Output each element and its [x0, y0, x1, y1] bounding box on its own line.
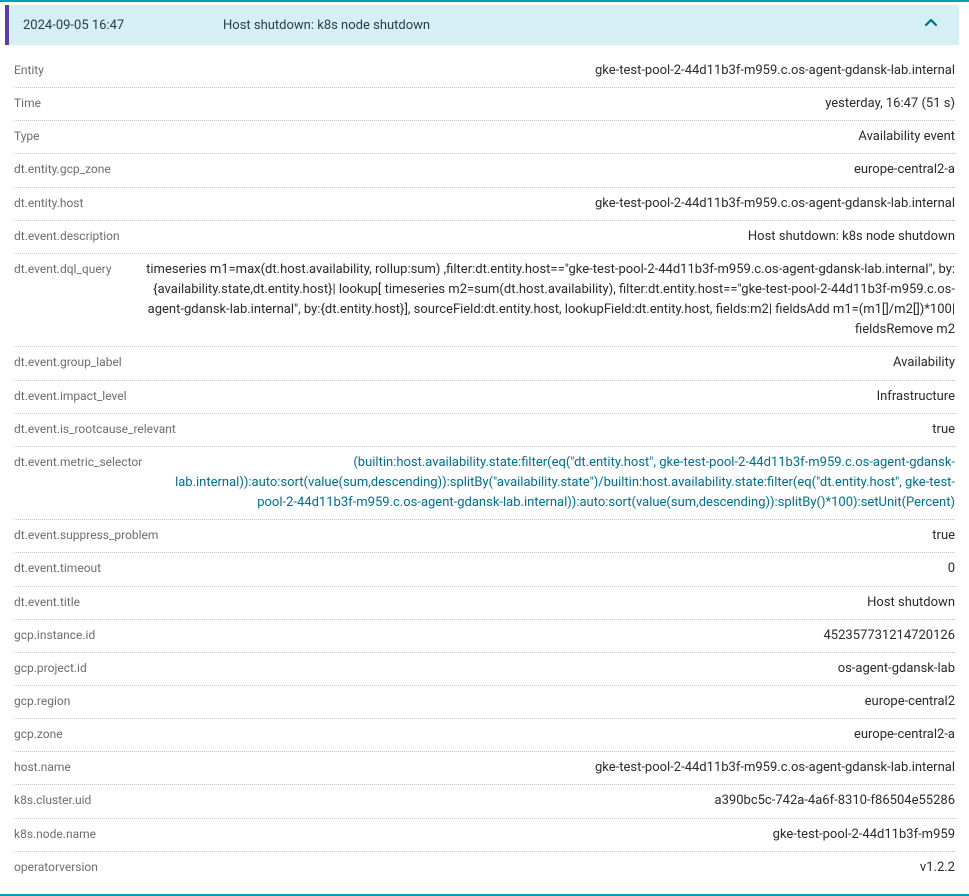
detail-value: gke-test-pool-2-44d11b3f-m959.c.os-agent…: [81, 758, 955, 778]
detail-label: dt.event.group_label: [14, 355, 122, 369]
detail-label: gcp.region: [14, 694, 70, 708]
detail-value: europe-central2-a: [121, 160, 955, 180]
detail-row: dt.event.suppress_problem true: [14, 520, 955, 553]
detail-label: gcp.instance.id: [14, 628, 95, 642]
detail-value-link[interactable]: (builtin:host.availability.state:filter(…: [152, 453, 955, 513]
detail-label: dt.entity.host: [14, 196, 83, 210]
detail-row: gcp.project.id os-agent-gdansk-lab: [14, 653, 955, 686]
detail-value: os-agent-gdansk-lab: [97, 659, 955, 679]
detail-row: host.name gke-test-pool-2-44d11b3f-m959.c…: [14, 752, 955, 785]
detail-row: dt.event.title Host shutdown: [14, 587, 955, 620]
detail-value: timeseries m1=max(dt.host.availability, …: [122, 260, 955, 341]
detail-value: gke-test-pool-2-44d11b3f-m959.c.os-agent…: [93, 194, 955, 214]
detail-row: dt.event.impact_level Infrastructure: [14, 381, 955, 414]
detail-label: gcp.project.id: [14, 661, 87, 675]
detail-row: dt.event.timeout 0: [14, 553, 955, 586]
detail-row: dt.entity.gcp_zone europe-central2-a: [14, 154, 955, 187]
detail-label: Time: [14, 96, 41, 110]
detail-row: Time yesterday, 16:47 (51 s): [14, 88, 955, 121]
detail-label: dt.event.suppress_problem: [14, 528, 158, 542]
detail-label: dt.event.title: [14, 595, 80, 609]
detail-label: dt.event.description: [14, 229, 120, 243]
detail-label: dt.event.impact_level: [14, 389, 127, 403]
detail-value: yesterday, 16:47 (51 s): [51, 94, 955, 114]
detail-label: operatorversion: [14, 860, 98, 874]
detail-label: k8s.node.name: [14, 827, 96, 841]
detail-value: gke-test-pool-2-44d11b3f-m959.c.os-agent…: [54, 61, 955, 81]
detail-row: k8s.node.name gke-test-pool-2-44d11b3f-m9…: [14, 819, 955, 852]
event-date: 2024-09-05 16:47: [23, 18, 223, 33]
detail-value: Availability: [132, 353, 955, 373]
detail-row: Entity gke-test-pool-2-44d11b3f-m959.c.os…: [14, 55, 955, 88]
detail-label: gcp.zone: [14, 727, 63, 741]
detail-row: Type Availability event: [14, 121, 955, 154]
detail-value: Availability event: [50, 127, 955, 147]
detail-row: dt.event.description Host shutdown: k8s n…: [14, 221, 955, 254]
detail-label: Entity: [14, 63, 44, 77]
detail-value: a390bc5c-742a-4a6f-8310-f86504e55286: [101, 791, 955, 811]
detail-row: dt.event.metric_selector (builtin:host.av…: [14, 447, 955, 520]
detail-label: dt.event.metric_selector: [14, 455, 142, 469]
event-title: Host shutdown: k8s node shutdown: [223, 18, 923, 33]
detail-row: dt.event.group_label Availability: [14, 347, 955, 380]
detail-value: true: [168, 526, 955, 546]
panel-header[interactable]: 2024-09-05 16:47 Host shutdown: k8s node…: [5, 5, 959, 45]
detail-label: host.name: [14, 760, 71, 774]
detail-value: Host shutdown: [90, 593, 955, 613]
detail-row: k8s.cluster.uid a390bc5c-742a-4a6f-8310-f…: [14, 785, 955, 818]
detail-value: v1.2.2: [108, 858, 955, 878]
detail-value: Infrastructure: [137, 387, 955, 407]
detail-row: gcp.region europe-central2: [14, 686, 955, 719]
detail-value: europe-central2: [80, 692, 955, 712]
detail-label: dt.event.dql_query: [14, 262, 112, 276]
detail-row: dt.entity.host gke-test-pool-2-44d11b3f-m…: [14, 188, 955, 221]
detail-value: Host shutdown: k8s node shutdown: [130, 227, 955, 247]
detail-row: dt.event.dql_query timeseries m1=max(dt.h…: [14, 254, 955, 348]
detail-value: 452357731214720126: [105, 626, 955, 646]
detail-label: dt.event.timeout: [14, 561, 101, 575]
detail-row: dt.event.is_rootcause_relevant true: [14, 414, 955, 447]
detail-label: k8s.cluster.uid: [14, 793, 91, 807]
chevron-up-icon[interactable]: [923, 15, 939, 35]
event-details: Entity gke-test-pool-2-44d11b3f-m959.c.os…: [0, 55, 969, 884]
detail-row: operatorversion v1.2.2: [14, 852, 955, 884]
detail-value: true: [186, 420, 955, 440]
detail-value: europe-central2-a: [73, 725, 955, 745]
event-panel: 2024-09-05 16:47 Host shutdown: k8s node…: [0, 0, 969, 896]
detail-value: 0: [111, 559, 955, 579]
detail-label: dt.entity.gcp_zone: [14, 162, 111, 176]
detail-row: gcp.instance.id 452357731214720126: [14, 620, 955, 653]
detail-label: dt.event.is_rootcause_relevant: [14, 422, 176, 436]
detail-row: gcp.zone europe-central2-a: [14, 719, 955, 752]
detail-label: Type: [14, 129, 40, 143]
detail-value: gke-test-pool-2-44d11b3f-m959: [106, 825, 955, 845]
